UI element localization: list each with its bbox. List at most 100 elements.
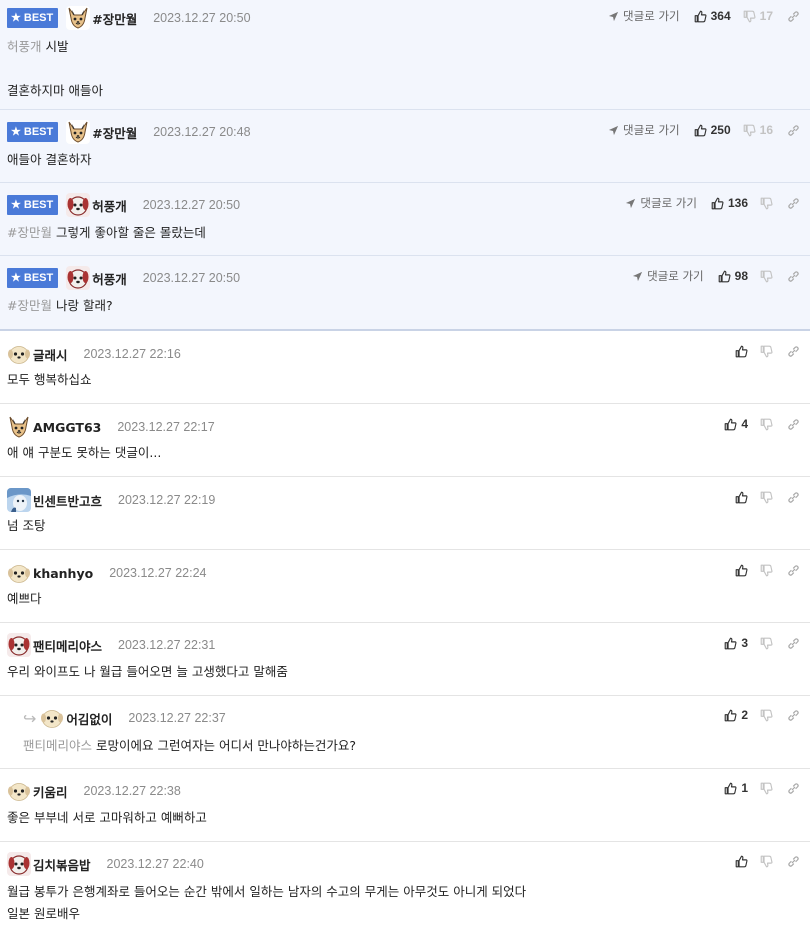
comment-nickname[interactable]: 빈센트반고흐 bbox=[33, 491, 102, 510]
comment-body: 애들아 결혼하자 bbox=[7, 149, 91, 171]
comment-nickname[interactable]: AMGGT63 bbox=[33, 420, 101, 435]
dog-avatar[interactable] bbox=[66, 266, 90, 290]
fox-avatar[interactable] bbox=[7, 415, 31, 439]
comment-item: 글래시 2023.12.27 22:16 모두 행복하십쇼 bbox=[0, 331, 810, 404]
like-button[interactable] bbox=[735, 491, 748, 504]
like-button[interactable]: 1 bbox=[724, 781, 748, 795]
comment-nickname[interactable]: #장만월 bbox=[92, 9, 137, 28]
mention-link[interactable]: 허풍개 bbox=[7, 39, 42, 54]
copy-link-button[interactable] bbox=[787, 345, 800, 358]
like-count: 98 bbox=[734, 269, 748, 283]
star-icon: ★ bbox=[11, 11, 21, 24]
comment-text: 로망이에요 그런여자는 어디서 만나야하는건가요? bbox=[96, 738, 357, 753]
comment-date: 2023.12.27 20:50 bbox=[142, 198, 241, 212]
like-button[interactable]: 4 bbox=[724, 417, 748, 431]
thumbs-down-icon bbox=[760, 197, 773, 210]
fox-avatar[interactable] bbox=[66, 6, 90, 30]
like-button[interactable]: 3 bbox=[724, 636, 748, 650]
goto-comment-button[interactable]: 댓글로 가기 bbox=[632, 268, 704, 284]
dislike-button[interactable] bbox=[760, 197, 773, 210]
comment-nickname[interactable]: 허풍개 bbox=[92, 196, 127, 215]
comment-nickname[interactable]: 어김없이 bbox=[66, 709, 112, 728]
link-icon bbox=[787, 709, 800, 722]
fox-avatar[interactable] bbox=[66, 120, 90, 144]
like-button[interactable] bbox=[735, 345, 748, 358]
puppy-avatar[interactable] bbox=[7, 342, 31, 366]
comment-actions: 4 bbox=[724, 414, 800, 434]
copy-link-button[interactable] bbox=[787, 709, 800, 722]
dislike-button[interactable] bbox=[760, 418, 773, 431]
like-button[interactable]: 136 bbox=[711, 196, 748, 210]
copy-link-button[interactable] bbox=[787, 637, 800, 650]
goto-comment-button[interactable]: 댓글로 가기 bbox=[625, 195, 697, 211]
comment-date: 2023.12.27 22:40 bbox=[106, 857, 204, 871]
mention-link[interactable]: #장만월 bbox=[7, 298, 52, 313]
thumbs-down-icon bbox=[760, 782, 773, 795]
link-icon bbox=[787, 637, 800, 650]
puppy-avatar[interactable] bbox=[7, 779, 31, 803]
comment-body: #장만월 나랑 할래? bbox=[7, 295, 113, 317]
sky-avatar[interactable] bbox=[7, 488, 31, 512]
copy-link-button[interactable] bbox=[787, 564, 800, 577]
comment-text: 시발 bbox=[45, 39, 69, 54]
like-button[interactable]: 98 bbox=[718, 269, 748, 283]
comment-nickname[interactable]: khanhyo bbox=[33, 566, 93, 581]
like-button[interactable]: 2 bbox=[724, 708, 748, 722]
comment-header: 팬티메리야스 2023.12.27 22:31 bbox=[7, 635, 215, 655]
dog-avatar[interactable] bbox=[7, 852, 31, 876]
comment-nickname[interactable]: 김치볶음밥 bbox=[33, 855, 91, 874]
dislike-button[interactable] bbox=[760, 855, 773, 868]
star-icon: ★ bbox=[11, 125, 21, 138]
dislike-button[interactable] bbox=[760, 270, 773, 283]
puppy-avatar[interactable] bbox=[7, 561, 31, 585]
comment-nickname[interactable]: 팬티메리야스 bbox=[33, 636, 102, 655]
comment-header: ★ BEST 허풍개 2023.12.27 20:50 bbox=[7, 268, 240, 288]
copy-link-button[interactable] bbox=[787, 197, 800, 210]
dog-avatar[interactable] bbox=[66, 193, 90, 217]
dislike-button[interactable] bbox=[760, 709, 773, 722]
comment-text: 결혼하지마 애들아 bbox=[7, 83, 103, 98]
thumbs-down-icon bbox=[760, 709, 773, 722]
thumbs-up-icon bbox=[724, 418, 737, 431]
dislike-button[interactable] bbox=[760, 345, 773, 358]
copy-link-button[interactable] bbox=[787, 124, 800, 137]
copy-link-button[interactable] bbox=[787, 855, 800, 868]
comment-header: ↪ 어김없이 2023.12.27 22:37 bbox=[23, 708, 226, 728]
like-button[interactable] bbox=[735, 564, 748, 577]
dislike-button[interactable]: 17 bbox=[743, 9, 773, 23]
comment-header: 키움리 2023.12.27 22:38 bbox=[7, 781, 181, 801]
goto-comment-button[interactable]: 댓글로 가기 bbox=[608, 8, 680, 24]
goto-comment-button[interactable]: 댓글로 가기 bbox=[608, 122, 680, 138]
thumbs-down-icon bbox=[760, 418, 773, 431]
dislike-button[interactable]: 16 bbox=[743, 123, 773, 137]
dislike-button[interactable] bbox=[760, 564, 773, 577]
comment-nickname[interactable]: 키움리 bbox=[33, 782, 68, 801]
comment-nickname[interactable]: 허풍개 bbox=[92, 269, 127, 288]
mention-link[interactable]: 팬티메리야스 bbox=[23, 738, 92, 753]
comment-date: 2023.12.27 22:38 bbox=[83, 784, 181, 798]
dislike-button[interactable] bbox=[760, 637, 773, 650]
comment-header: 김치볶음밥 2023.12.27 22:40 bbox=[7, 854, 204, 874]
copy-link-button[interactable] bbox=[787, 418, 800, 431]
comment-header: ★ BEST #장만월 2023.12.27 20:50 bbox=[7, 8, 251, 28]
comment-nickname[interactable]: #장만월 bbox=[92, 123, 137, 142]
comment-nickname[interactable]: 글래시 bbox=[33, 345, 68, 364]
comment-item: ★ BEST 허풍개 2023.12.27 20:50 댓글로 가기 98 #장만… bbox=[0, 256, 810, 331]
thumbs-down-icon bbox=[760, 270, 773, 283]
like-button[interactable] bbox=[735, 855, 748, 868]
copy-link-button[interactable] bbox=[787, 782, 800, 795]
dislike-button[interactable] bbox=[760, 491, 773, 504]
like-count: 364 bbox=[710, 9, 731, 23]
dislike-button[interactable] bbox=[760, 782, 773, 795]
like-button[interactable]: 250 bbox=[694, 123, 731, 137]
star-icon: ★ bbox=[11, 271, 21, 284]
copy-link-button[interactable] bbox=[787, 10, 800, 23]
copy-link-button[interactable] bbox=[787, 270, 800, 283]
best-badge-label: BEST bbox=[23, 199, 54, 211]
puppy-avatar[interactable] bbox=[40, 706, 64, 730]
comment-text: 애 얘 구분도 못하는 댓글이... bbox=[7, 445, 162, 460]
copy-link-button[interactable] bbox=[787, 491, 800, 504]
mention-link[interactable]: #장만월 bbox=[7, 225, 52, 240]
dog-avatar[interactable] bbox=[7, 633, 31, 657]
like-button[interactable]: 364 bbox=[694, 9, 731, 23]
